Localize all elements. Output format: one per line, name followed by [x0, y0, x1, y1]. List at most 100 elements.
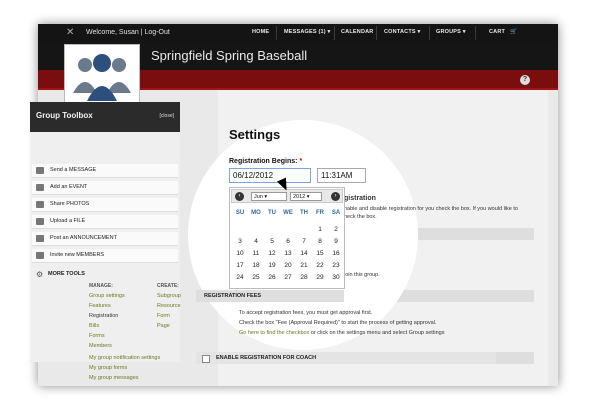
weekday-header: TH	[300, 210, 308, 216]
registration-help-text-2: heck the box.	[344, 214, 377, 220]
file-icon	[36, 218, 44, 225]
toolbox-upload-file[interactable]: Upload a FILE	[32, 215, 178, 229]
coach-registration-row[interactable]: ENABLE REGISTRATION FOR COACH	[196, 352, 496, 364]
find-checkbox-link[interactable]: Go here to find the checkbox	[239, 330, 309, 336]
registration-begins-label: Registration Begins: *	[229, 158, 302, 165]
weekday-header: TU	[268, 210, 276, 216]
create-resource-link[interactable]: Resource	[157, 303, 181, 309]
fees-line-3-rest: or click on the settings menu and select…	[309, 330, 445, 336]
calendar-day[interactable]: 12	[264, 250, 280, 257]
calendar-day[interactable]: 27	[280, 274, 296, 281]
calendar-day[interactable]: 28	[296, 274, 312, 281]
nav-messages[interactable]: MESSAGES (1) ▾	[284, 29, 331, 35]
calendar-day[interactable]: 20	[280, 262, 296, 269]
manage-members-link[interactable]: Members	[89, 343, 112, 349]
more-tools-title: MORE TOOLS	[48, 271, 85, 277]
calendar-day[interactable]: 21	[296, 262, 312, 269]
calendar-day[interactable]: 6	[280, 238, 296, 245]
toolbox-share-photos[interactable]: Share PHOTOS	[32, 198, 178, 212]
date-picker-popup: ‹ Jun ▾ 2012 ▾ › SU MO TU WE TH FR SA 1 2 3 4 5 6 7 8 9…	[229, 187, 345, 289]
coach-registration-checkbox[interactable]	[202, 355, 210, 363]
create-form-link[interactable]: Form	[157, 313, 170, 319]
registration-fees-header: REGISTRATION FEES	[196, 290, 344, 302]
toolbox-close-link[interactable]: [close]	[160, 113, 174, 119]
toolbox-item-label: Send a MESSAGE	[50, 167, 97, 173]
year-select-value: 2012	[293, 194, 306, 200]
calendar-day[interactable]: 24	[232, 274, 248, 281]
coach-registration-label: ENABLE REGISTRATION FOR COACH	[216, 355, 317, 361]
fees-line-3: Go here to find the checkbox or click on…	[239, 330, 444, 336]
nav-groups[interactable]: GROUPS ▾	[436, 29, 466, 35]
manage-features-link[interactable]: Features	[89, 303, 111, 309]
required-mark: *	[299, 158, 303, 165]
calendar-day[interactable]: 26	[264, 274, 280, 281]
cart-icon[interactable]: 🛒	[510, 29, 517, 35]
calendar-day[interactable]: 11	[248, 250, 264, 257]
month-select[interactable]: Jun ▾	[251, 192, 287, 201]
calendar-day[interactable]: 18	[248, 262, 264, 269]
create-subgroup-link[interactable]: Subgroup	[157, 293, 181, 299]
prev-month-button[interactable]: ‹	[235, 192, 244, 201]
year-select[interactable]: 2012 ▾	[290, 192, 322, 201]
nav-cart[interactable]: CART	[489, 29, 505, 35]
registration-fees-heading: REGISTRATION FEES	[204, 293, 262, 299]
nav-contacts[interactable]: CONTACTS ▾	[384, 29, 420, 35]
group-avatar	[64, 44, 140, 110]
toolbox-send-message[interactable]: Send a MESSAGE	[32, 164, 178, 178]
gear-icon: ⚙	[36, 270, 44, 279]
calendar-day[interactable]: 1	[312, 226, 328, 233]
members-icon	[36, 252, 44, 259]
weekday-header: WE	[283, 210, 293, 216]
my-group-forms-link[interactable]: My group forms	[89, 365, 127, 371]
calendar-day[interactable]: 5	[264, 238, 280, 245]
calendar-day[interactable]: 23	[328, 262, 344, 269]
create-page-link[interactable]: Page	[157, 323, 170, 329]
toolbox-item-label: Post an ANNOUNCEMENT	[50, 235, 117, 241]
notification-settings-link[interactable]: My group notification settings	[89, 355, 160, 361]
top-navigation-bar: ✕ Welcome, Susan | Log-Out HOME MESSAGES…	[38, 24, 558, 42]
toolbox-add-event[interactable]: Add an EVENT	[32, 181, 178, 195]
calendar-day[interactable]: 30	[328, 274, 344, 281]
manage-bills-link[interactable]: Bills	[89, 323, 99, 329]
join-text: join this group.	[344, 272, 380, 278]
calendar-day[interactable]: 19	[264, 262, 280, 269]
manage-group-settings-link[interactable]: Group settings	[89, 293, 125, 299]
help-icon[interactable]: ?	[520, 75, 530, 85]
fees-line-2: Check the box "Fee (Approval Required)" …	[239, 320, 437, 326]
welcome-text[interactable]: Welcome, Susan | Log-Out	[86, 29, 170, 36]
calendar-day[interactable]: 17	[232, 262, 248, 269]
toolbox-item-label: Invite new MEMBERS	[50, 252, 105, 258]
calendar-day[interactable]: 4	[248, 238, 264, 245]
calendar-day[interactable]: 25	[248, 274, 264, 281]
calendar-day[interactable]: 3	[232, 238, 248, 245]
calendar-day[interactable]: 7	[296, 238, 312, 245]
calendar-day[interactable]: 29	[312, 274, 328, 281]
calendar-day[interactable]: 14	[296, 250, 312, 257]
photo-icon	[36, 201, 44, 208]
calendar-day[interactable]: 16	[328, 250, 344, 257]
registration-label-text: Registration Begins:	[229, 158, 298, 165]
nav-calendar[interactable]: CALENDAR	[341, 29, 373, 35]
calendar-day[interactable]: 10	[232, 250, 248, 257]
toolbox-item-label: Share PHOTOS	[50, 201, 90, 207]
site-logo-icon[interactable]: ✕	[66, 27, 77, 38]
calendar-day[interactable]: 13	[280, 250, 296, 257]
calendar-icon	[36, 184, 44, 191]
calendar-day[interactable]: 8	[312, 238, 328, 245]
calendar-day[interactable]: 22	[312, 262, 328, 269]
next-month-button[interactable]: ›	[331, 192, 340, 201]
manage-forms-link[interactable]: Forms	[89, 333, 105, 339]
weekday-header: SA	[331, 210, 341, 216]
registration-date-input[interactable]	[229, 168, 311, 183]
toolbox-invite-members[interactable]: Invite new MEMBERS	[32, 249, 178, 263]
calendar-day[interactable]: 15	[312, 250, 328, 257]
manage-label: MANAGE:	[89, 283, 113, 289]
calendar-day[interactable]: 9	[328, 238, 344, 245]
calendar-day[interactable]: 2	[328, 226, 344, 233]
nav-home[interactable]: HOME	[252, 29, 269, 35]
my-group-messages-link[interactable]: My group messages	[89, 375, 139, 381]
manage-registration-current[interactable]: Registration	[89, 313, 118, 319]
registration-time-input[interactable]	[317, 168, 366, 183]
month-select-value: Jun	[254, 194, 263, 200]
toolbox-post-announcement[interactable]: Post an ANNOUNCEMENT	[32, 232, 178, 246]
